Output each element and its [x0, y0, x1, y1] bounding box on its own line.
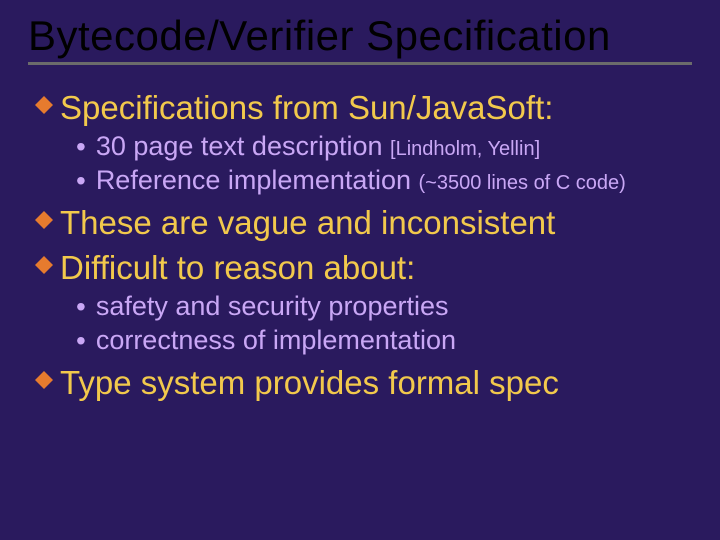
dot-icon: •	[76, 130, 86, 164]
bullet-text: safety and security properties	[96, 290, 449, 324]
diamond-icon	[34, 370, 56, 392]
slide: Bytecode/Verifier Specification Specific…	[0, 0, 720, 540]
bullet-main: correctness of implementation	[96, 325, 456, 355]
bullet-lvl1: These are vague and inconsistent	[34, 202, 692, 243]
bullet-main: safety and security properties	[96, 291, 449, 321]
bullet-text: Difficult to reason about:	[60, 247, 415, 288]
diamond-icon	[34, 210, 56, 232]
title-rule	[28, 62, 692, 65]
bullet-aside: (~3500 lines of C code)	[418, 172, 625, 194]
bullet-lvl1: Specifications from Sun/JavaSoft:	[34, 87, 692, 128]
bullet-text: Reference implementation (~3500 lines of…	[96, 164, 626, 198]
dot-icon: •	[76, 290, 86, 324]
diamond-icon	[34, 255, 56, 277]
title-area: Bytecode/Verifier Specification	[28, 12, 692, 83]
bullet-lvl2: • Reference implementation (~3500 lines …	[76, 164, 692, 198]
bullet-text: Specifications from Sun/JavaSoft:	[60, 87, 553, 128]
slide-title: Bytecode/Verifier Specification	[28, 12, 692, 60]
bullet-lvl2: • correctness of implementation	[76, 324, 692, 358]
bullet-main: 30 page text description	[96, 131, 390, 161]
bullet-text: These are vague and inconsistent	[60, 202, 555, 243]
bullet-text: Type system provides formal spec	[60, 362, 559, 403]
bullet-lvl1: Difficult to reason about:	[34, 247, 692, 288]
bullet-lvl2: • safety and security properties	[76, 290, 692, 324]
slide-body: Specifications from Sun/JavaSoft: • 30 p…	[28, 87, 692, 403]
bullet-lvl1: Type system provides formal spec	[34, 362, 692, 403]
bullet-text: 30 page text description [Lindholm, Yell…	[96, 130, 540, 164]
bullet-aside: [Lindholm, Yellin]	[390, 138, 540, 160]
bullet-text: correctness of implementation	[96, 324, 456, 358]
dot-icon: •	[76, 164, 86, 198]
bullet-lvl2: • 30 page text description [Lindholm, Ye…	[76, 130, 692, 164]
bullet-main: Reference implementation	[96, 165, 419, 195]
diamond-icon	[34, 95, 56, 117]
dot-icon: •	[76, 324, 86, 358]
